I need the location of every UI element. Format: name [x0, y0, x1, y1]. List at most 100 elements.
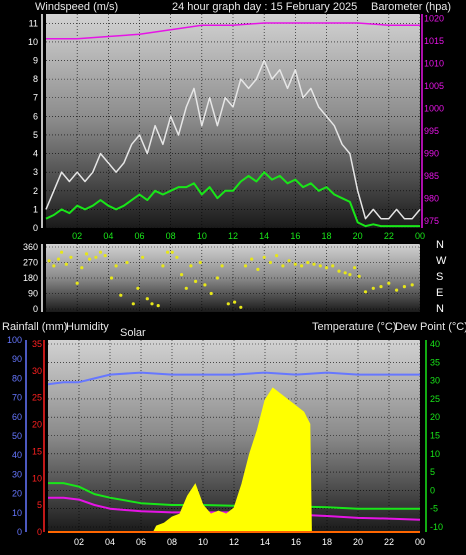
climate-x-tick: 20 — [353, 537, 363, 547]
direction-point — [64, 262, 68, 266]
direction-point — [150, 302, 154, 306]
direction-point — [300, 264, 304, 268]
barometer-y-tick: 1015 — [424, 36, 444, 46]
direction-point — [262, 255, 266, 259]
direction-point — [256, 267, 260, 271]
direction-point — [215, 276, 219, 280]
barometer-y-tick: 990 — [424, 149, 439, 159]
direction-point — [410, 283, 414, 287]
weather-chart: Windspeed (m/s) 24 hour graph day : 15 F… — [0, 0, 466, 555]
direction-point — [198, 260, 202, 265]
direction-point — [166, 250, 170, 254]
direction-point — [268, 260, 272, 265]
wind-y-tick: 10 — [28, 37, 38, 47]
wind-x-tick: 02 — [72, 231, 82, 241]
direction-y-tick: 270 — [23, 258, 38, 268]
direction-point — [318, 264, 322, 268]
wind-y-tick: 5 — [33, 130, 38, 140]
direction-point — [337, 269, 341, 273]
wind-y-tick: 6 — [33, 111, 38, 121]
climate-x-tick: 04 — [105, 537, 115, 547]
rain-y-tick: 15 — [32, 446, 42, 456]
direction-point — [243, 264, 248, 268]
climate-x-tick: 18 — [322, 537, 332, 547]
rain-axis-title: Rainfall (mm) — [2, 321, 67, 333]
humidity-y-tick: 90 — [12, 354, 22, 364]
direction-point — [47, 259, 51, 263]
wind-x-tick: 22 — [384, 231, 394, 241]
direction-point — [306, 260, 310, 265]
direction-point — [402, 285, 406, 289]
direction-point — [209, 291, 213, 296]
wind-x-tick: 00 — [415, 231, 425, 241]
climate-x-tick: 12 — [229, 537, 239, 547]
humidity-axis-title: Humidity — [66, 321, 109, 333]
humidity-y-tick: 100 — [7, 335, 22, 345]
direction-point — [175, 255, 179, 259]
humidity-y-tick: 80 — [12, 373, 22, 383]
barometer-y-tick: 975 — [424, 216, 439, 226]
climate-x-tick: 22 — [384, 537, 394, 547]
compass-label: E — [436, 287, 443, 299]
direction-point — [94, 255, 98, 259]
direction-point — [324, 266, 329, 270]
barometer-axis-title: Barometer (hpa) — [371, 1, 451, 13]
temperature-y-tick: 40 — [430, 339, 440, 349]
humidity-y-tick: 40 — [12, 450, 22, 460]
direction-point — [395, 288, 399, 292]
direction-point — [80, 266, 84, 270]
solar-axis-title: Solar — [120, 327, 146, 339]
wind-x-tick: 10 — [197, 231, 207, 241]
temperature-y-tick: 0 — [430, 485, 435, 495]
rain-y-tick: 5 — [37, 500, 42, 510]
climate-x-tick: 08 — [167, 537, 177, 547]
temperature-y-tick: 5 — [430, 467, 435, 477]
direction-point — [161, 264, 165, 268]
direction-point — [114, 264, 118, 268]
humidity-y-tick: 60 — [12, 412, 22, 422]
humidity-y-tick: 0 — [17, 527, 22, 537]
direction-point — [363, 290, 368, 294]
direction-point — [69, 255, 73, 259]
temperature-y-tick: -5 — [430, 504, 438, 514]
wind-y-tick: 9 — [33, 56, 38, 66]
rain-y-tick: 0 — [37, 527, 42, 537]
direction-point — [75, 281, 79, 285]
barometer-y-tick: 1020 — [424, 14, 444, 24]
wind-y-tick: 1 — [33, 204, 38, 214]
wind-x-tick: 08 — [166, 231, 176, 241]
wind-x-tick: 14 — [259, 231, 269, 241]
compass-label: N — [436, 239, 444, 251]
rain-y-tick: 25 — [32, 393, 42, 403]
direction-point — [56, 257, 61, 261]
rain-y-tick: 30 — [32, 366, 42, 376]
direction-point — [293, 262, 297, 266]
direction-point — [136, 286, 140, 290]
temperature-y-tick: -10 — [430, 522, 443, 532]
direction-point — [52, 264, 56, 268]
humidity-y-tick: 70 — [12, 393, 22, 403]
temperature-y-tick: 15 — [430, 431, 440, 441]
direction-point — [125, 260, 129, 265]
direction-y-tick: 0 — [33, 304, 38, 314]
temperature-y-tick: 35 — [430, 357, 440, 367]
direction-point — [189, 264, 193, 268]
direction-y-tick: 90 — [28, 289, 38, 299]
barometer-y-tick: 1000 — [424, 104, 444, 114]
direction-point — [275, 254, 279, 258]
wind-x-tick: 20 — [353, 231, 363, 241]
direction-point — [180, 273, 184, 277]
direction-point — [239, 305, 243, 309]
direction-point — [250, 257, 254, 261]
temperature-y-tick: 25 — [430, 394, 440, 404]
direction-point — [103, 254, 107, 258]
wind-x-tick: 06 — [134, 231, 144, 241]
direction-point — [220, 264, 224, 268]
direction-point — [156, 304, 160, 308]
direction-point — [145, 297, 149, 301]
direction-point — [281, 264, 285, 268]
barometer-y-tick: 1005 — [424, 81, 444, 91]
barometer-y-tick: 980 — [424, 194, 439, 204]
direction-point — [184, 286, 188, 290]
wind-y-tick: 4 — [33, 149, 38, 159]
